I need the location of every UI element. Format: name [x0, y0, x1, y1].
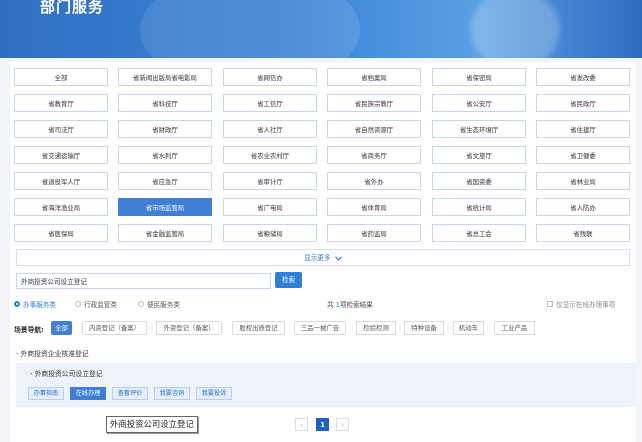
radio-regulation[interactable]: 行政监管类	[75, 299, 117, 309]
next-page-button[interactable]: ›	[336, 418, 349, 431]
department-button[interactable]: 省生态环境厅	[432, 120, 526, 138]
department-button[interactable]: 省新闻出版局省电影局	[118, 68, 212, 86]
radio-label: 行政监管类	[84, 301, 117, 309]
department-button[interactable]: 省交通运输厅	[14, 146, 108, 164]
department-button[interactable]: 省医保局	[14, 224, 108, 242]
page-1-button[interactable]: 1	[316, 418, 329, 431]
department-button[interactable]: 省科技厅	[118, 94, 212, 112]
checkbox[interactable]	[547, 301, 553, 307]
radio-dot	[138, 301, 144, 307]
department-button[interactable]: 省人社厅	[223, 120, 317, 138]
radio-label: 便民服务类	[147, 301, 180, 309]
scene-tag[interactable]: 全部	[51, 321, 72, 335]
department-button[interactable]: 省商务厅	[327, 146, 421, 164]
department-button[interactable]: 省自然资源厅	[327, 120, 421, 138]
department-button[interactable]: 省外办	[327, 172, 421, 190]
scene-tag[interactable]: 内资登记（备案）	[82, 321, 147, 335]
department-button[interactable]: 省金融监管局	[118, 224, 212, 242]
result-suffix: 项检索结果	[339, 301, 373, 309]
consult-button[interactable]: 我要咨询	[154, 387, 190, 400]
department-button[interactable]: 省农业农村厅	[223, 146, 317, 164]
radio-service[interactable]: 办事服务类	[14, 299, 56, 309]
scene-nav-label: 场景导航:	[14, 326, 44, 334]
department-button[interactable]: 省残联	[536, 224, 630, 242]
service-item-title[interactable]: - 外商投资公司设立登记	[30, 368, 103, 378]
department-button[interactable]: 省审计厅	[223, 172, 317, 190]
department-button[interactable]: 省卫健委	[536, 146, 630, 164]
department-button[interactable]: 省市场监管局	[118, 198, 212, 216]
radio-convenience[interactable]: 便民服务类	[138, 299, 180, 309]
complaint-button[interactable]: 我要投诉	[196, 387, 232, 400]
department-button[interactable]: 省教育厅	[14, 94, 108, 112]
department-button[interactable]: 省退役军人厅	[14, 172, 108, 190]
department-button[interactable]: 省财政厅	[118, 120, 212, 138]
main-panel: 全部 省新闻出版局省电影局 省网信办 省档案局 省保密局 省发改委 省教育厅 省科技厅 省工信厅…	[10, 62, 636, 442]
department-button[interactable]: 省人防办	[536, 198, 630, 216]
department-button[interactable]: 省工信厅	[223, 94, 317, 112]
view-rating-button[interactable]: 查看评价	[112, 387, 148, 400]
department-button[interactable]: 省总工会	[432, 224, 526, 242]
tooltip: 外商投资公司设立登记	[106, 416, 198, 433]
department-button[interactable]: 省国资委	[432, 172, 526, 190]
department-button[interactable]: 省民族宗教厅	[327, 94, 421, 112]
department-button[interactable]: 省发改委	[536, 68, 630, 86]
scene-tag[interactable]: 外资登记（备案）	[156, 321, 222, 335]
service-item	[16, 363, 636, 407]
radio-dot	[14, 301, 20, 307]
scene-tag[interactable]: 股权出质登记	[232, 321, 285, 335]
department-button[interactable]: 省林业局	[536, 172, 630, 190]
show-more-button[interactable]: 显示更多	[16, 249, 630, 266]
department-button[interactable]: 省体育局	[327, 198, 421, 216]
only-online-label: 仅显示在线办理事项	[556, 301, 616, 309]
department-button[interactable]: 省粮储局	[223, 224, 317, 242]
result-count: 共 1项检索结果	[327, 299, 373, 309]
radio-dot	[75, 301, 81, 307]
scene-tag[interactable]: 特种设备	[404, 321, 444, 335]
search-button[interactable]: 检索	[275, 272, 302, 288]
department-button[interactable]: 省民政厅	[536, 94, 630, 112]
guide-button[interactable]: 办事指南	[28, 387, 64, 400]
result-prefix: 共	[327, 301, 336, 309]
department-button[interactable]: 省网信办	[223, 68, 317, 86]
show-more-label: 显示更多	[304, 254, 331, 262]
department-button[interactable]: 省广电局	[223, 198, 317, 216]
department-button[interactable]: 省药监局	[327, 224, 421, 242]
online-apply-button[interactable]: 在线办理	[70, 387, 106, 400]
banner: 部门服务	[0, 0, 642, 58]
scene-tag[interactable]: 工业产品	[494, 321, 535, 335]
department-button[interactable]: 省公安厅	[432, 94, 526, 112]
prev-page-button[interactable]: ‹	[295, 418, 308, 431]
department-button[interactable]: 省海洋渔业局	[14, 198, 108, 216]
search-input[interactable]: 外商投资公司设立登记	[16, 273, 271, 289]
department-button[interactable]: 省统计局	[432, 198, 526, 216]
scene-tag[interactable]: 检验检测	[356, 321, 396, 335]
department-button[interactable]: 全部	[14, 68, 108, 86]
department-button[interactable]: 省水利厅	[118, 146, 212, 164]
department-button[interactable]: 省住建厅	[536, 120, 630, 138]
page-title: 部门服务	[40, 0, 105, 16]
radio-label: 办事服务类	[23, 301, 56, 309]
department-button[interactable]: 省档案局	[327, 68, 421, 86]
chevron-down-icon	[334, 255, 342, 261]
department-button[interactable]: 省应急厅	[118, 172, 212, 190]
scene-tag[interactable]: 三品一械广告	[294, 321, 346, 335]
department-button[interactable]: 省司法厅	[14, 120, 108, 138]
scene-tag[interactable]: 机动车	[453, 321, 484, 335]
only-online-toggle[interactable]: 仅显示在线办理事项	[547, 299, 615, 309]
department-button[interactable]: 省保密局	[432, 68, 526, 86]
group-title[interactable]: - 外商投资企业核准登记	[16, 348, 89, 358]
department-button[interactable]: 省文旅厅	[432, 146, 526, 164]
